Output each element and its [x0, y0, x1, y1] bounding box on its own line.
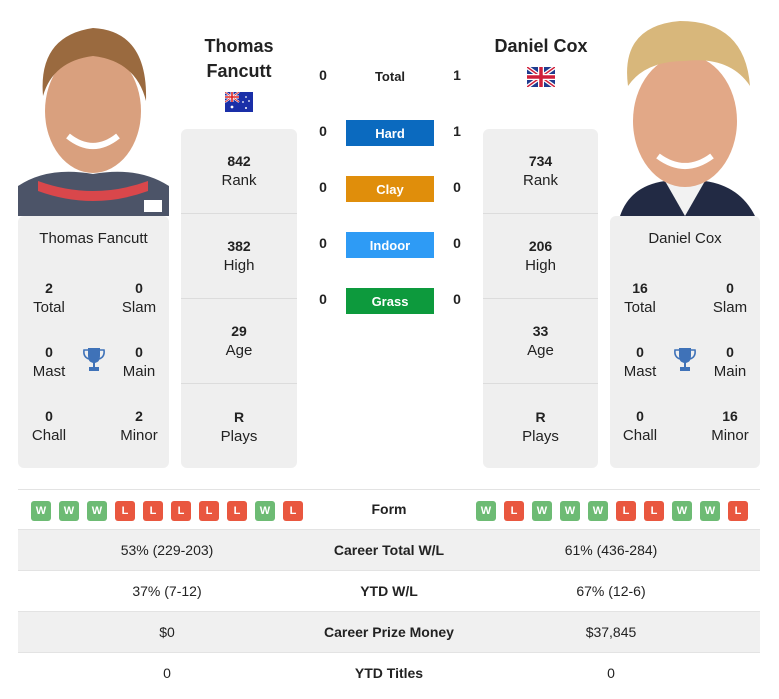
- player1-titles-minor: 2 Minor: [120, 408, 158, 444]
- player2-name-title[interactable]: Daniel Cox: [482, 34, 600, 59]
- player2-titles-chall: 0 Chall: [622, 408, 658, 444]
- player1-titles-mast: 0 Mast: [32, 344, 66, 380]
- player2-titles-total: 16 Total: [624, 280, 656, 316]
- player2-rank: 734 Rank: [483, 129, 598, 214]
- form-badge-loss[interactable]: L: [143, 501, 163, 521]
- h2h-indoor-p1: 0: [319, 235, 327, 251]
- ytd-wl-label: YTD W/L: [360, 583, 418, 599]
- player1-stats: 842 Rank 382 High 29 Age R Plays: [181, 129, 297, 468]
- comparison-row-ytd-wl: 37% (7-12) YTD W/L 67% (12-6): [18, 571, 760, 612]
- form-badge-win[interactable]: W: [255, 501, 275, 521]
- player1-name-title[interactable]: Thomas Fancutt: [180, 34, 298, 84]
- h2h-hard-p2: 1: [453, 123, 461, 139]
- form-badge-loss[interactable]: L: [227, 501, 247, 521]
- form-badge-win[interactable]: W: [560, 501, 580, 521]
- form-badge-win[interactable]: W: [476, 501, 496, 521]
- ytd-titles-label: YTD Titles: [354, 665, 424, 681]
- player2-titles-mast: 0 Mast: [623, 344, 657, 380]
- form-badge-win[interactable]: W: [672, 501, 692, 521]
- form-badge-loss[interactable]: L: [283, 501, 303, 521]
- h2h-p2-total: 1: [453, 67, 461, 83]
- player2-titles-slam: 0 Slam: [712, 280, 748, 316]
- h2h-grass-p2: 0: [453, 291, 461, 307]
- player1-titles-chall: 0 Chall: [31, 408, 67, 444]
- player1-photo: [18, 16, 169, 216]
- player2-titles-main: 0 Main: [713, 344, 747, 380]
- h2h-total-label: Total: [374, 69, 406, 84]
- player1-prize-money: $0: [159, 624, 175, 640]
- h2h-grass-p1: 0: [319, 291, 327, 307]
- player1-titles-slam: 0 Slam: [121, 280, 157, 316]
- form-badge-loss[interactable]: L: [728, 501, 748, 521]
- comparison-row-prize-money: $0 Career Prize Money $37,845: [18, 612, 760, 653]
- australia-flag-icon: [224, 91, 253, 112]
- form-badge-loss[interactable]: L: [115, 501, 135, 521]
- surface-indoor-button[interactable]: Indoor: [346, 232, 434, 258]
- player1-high: 382 High: [181, 214, 297, 299]
- player1-rank: 842 Rank: [181, 129, 297, 214]
- player1-titles-main: 0 Main: [122, 344, 156, 380]
- career-wl-label: Career Total W/L: [333, 542, 445, 558]
- form-badge-win[interactable]: W: [588, 501, 608, 521]
- prize-money-label: Career Prize Money: [324, 624, 454, 640]
- player1-ytd-wl: 37% (7-12): [132, 583, 202, 599]
- trophy-icon: [673, 347, 697, 373]
- player2-prize-money: $37,845: [585, 624, 637, 640]
- form-badge-loss[interactable]: L: [616, 501, 636, 521]
- player2-ytd-wl: 67% (12-6): [576, 583, 646, 599]
- form-badge-win[interactable]: W: [532, 501, 552, 521]
- player1-age: 29 Age: [181, 299, 297, 384]
- comparison-row-ytd-titles: 0 YTD Titles 0: [18, 653, 760, 694]
- player1-plays: R Plays: [220, 408, 258, 445]
- player2-high: 206 High: [483, 214, 598, 299]
- player2-titles-card: Daniel Cox 16 Total 0 Slam 0 Mast 0 Main 0 Ch…: [610, 216, 760, 468]
- form-badge-loss[interactable]: L: [199, 501, 219, 521]
- player2-plays: R Plays: [522, 408, 559, 445]
- player1-ytd-titles: 0: [163, 665, 171, 681]
- comparison-row-career-wl: 53% (229-203) Career Total W/L 61% (436-…: [18, 530, 760, 571]
- h2h-clay-p2: 0: [453, 179, 461, 195]
- player1-card-name: Thomas Fancutt: [39, 230, 148, 247]
- trophy-icon: [82, 347, 106, 373]
- form-badge-loss[interactable]: L: [171, 501, 191, 521]
- player2-photo: [610, 16, 760, 216]
- h2h-p1-total: 0: [319, 67, 327, 83]
- form-badge-win[interactable]: W: [59, 501, 79, 521]
- form-label: Form: [371, 501, 407, 517]
- uk-flag-icon: [525, 65, 557, 89]
- player1-career-wl: 53% (229-203): [120, 542, 214, 558]
- player2-ytd-titles: 0: [607, 665, 615, 681]
- surface-clay-button[interactable]: Clay: [346, 176, 434, 202]
- form-badge-loss[interactable]: L: [644, 501, 664, 521]
- player1-titles-total: 2 Total: [33, 280, 65, 316]
- form-badge-win[interactable]: W: [700, 501, 720, 521]
- h2h-indoor-p2: 0: [453, 235, 461, 251]
- h2h-hard-p1: 0: [319, 123, 327, 139]
- form-row: WWWLLLLLWL Form WLWWWLLWWL: [18, 489, 760, 530]
- form-badge-win[interactable]: W: [87, 501, 107, 521]
- player2-stats: 734 Rank 206 High 33 Age R Plays: [483, 129, 598, 468]
- surface-hard-button[interactable]: Hard: [346, 120, 434, 146]
- surface-grass-button[interactable]: Grass: [346, 288, 434, 314]
- player2-card-name: Daniel Cox: [648, 230, 722, 247]
- player1-titles-card: Thomas Fancutt 2 Total 0 Slam 0 Mast 0 Main …: [18, 216, 169, 468]
- player2-titles-minor: 16 Minor: [711, 408, 749, 444]
- form-badge-loss[interactable]: L: [504, 501, 524, 521]
- form-badge-win[interactable]: W: [31, 501, 51, 521]
- player2-age: 33 Age: [483, 299, 598, 384]
- h2h-clay-p1: 0: [319, 179, 327, 195]
- player2-career-wl: 61% (436-284): [564, 542, 658, 558]
